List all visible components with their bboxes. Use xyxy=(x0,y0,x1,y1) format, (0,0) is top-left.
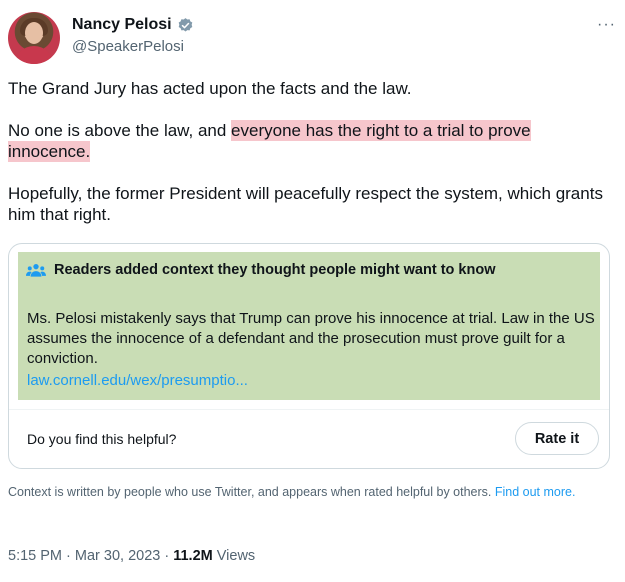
tweet-line-2-plain: No one is above the law, and xyxy=(8,121,232,140)
helpful-question: Do you find this helpful? xyxy=(27,431,177,447)
views-label: Views xyxy=(212,548,256,564)
card-divider xyxy=(9,409,609,410)
tweet-text: The Grand Jury has acted upon the facts … xyxy=(8,78,616,246)
views-count: 11.2M xyxy=(173,548,213,564)
tweet-line-2: No one is above the law, and everyone ha… xyxy=(8,120,616,162)
author-name-row: Nancy Pelosi xyxy=(72,16,194,34)
context-disclaimer: Context is written by people who use Twi… xyxy=(8,484,608,501)
rate-it-button[interactable]: Rate it xyxy=(515,422,599,455)
community-note-header: Readers added context they thought peopl… xyxy=(26,262,495,278)
community-note-title: Readers added context they thought peopl… xyxy=(54,262,496,278)
community-note-card: Readers added context they thought peopl… xyxy=(8,243,610,469)
community-note-source-link[interactable]: law.cornell.edu/wex/presumptio... xyxy=(27,372,248,389)
tweet-header: Nancy Pelosi @SpeakerPelosi ··· xyxy=(8,10,616,66)
avatar[interactable] xyxy=(8,12,60,64)
author-handle[interactable]: @SpeakerPelosi xyxy=(72,38,184,55)
find-out-more-link[interactable]: Find out more. xyxy=(495,485,576,499)
more-icon[interactable]: ··· xyxy=(597,16,616,34)
tweet-line-3: Hopefully, the former President will pea… xyxy=(8,184,603,224)
avatar-jacket xyxy=(14,46,54,64)
verified-badge-icon xyxy=(178,17,192,32)
tweet-meta: 5:15 PM · Mar 30, 2023 · 11.2M Views xyxy=(8,548,255,564)
people-icon xyxy=(26,264,46,277)
context-disclaimer-text: Context is written by people who use Twi… xyxy=(8,485,495,499)
community-note: Readers added context they thought peopl… xyxy=(18,252,600,400)
author-name[interactable]: Nancy Pelosi xyxy=(72,16,172,34)
community-note-body: Ms. Pelosi mistakenly says that Trump ca… xyxy=(27,310,595,367)
tweet-timestamp[interactable]: 5:15 PM · Mar 30, 2023 · xyxy=(8,548,173,564)
avatar-face xyxy=(25,22,43,44)
tweet-line-1: The Grand Jury has acted upon the facts … xyxy=(8,79,412,98)
